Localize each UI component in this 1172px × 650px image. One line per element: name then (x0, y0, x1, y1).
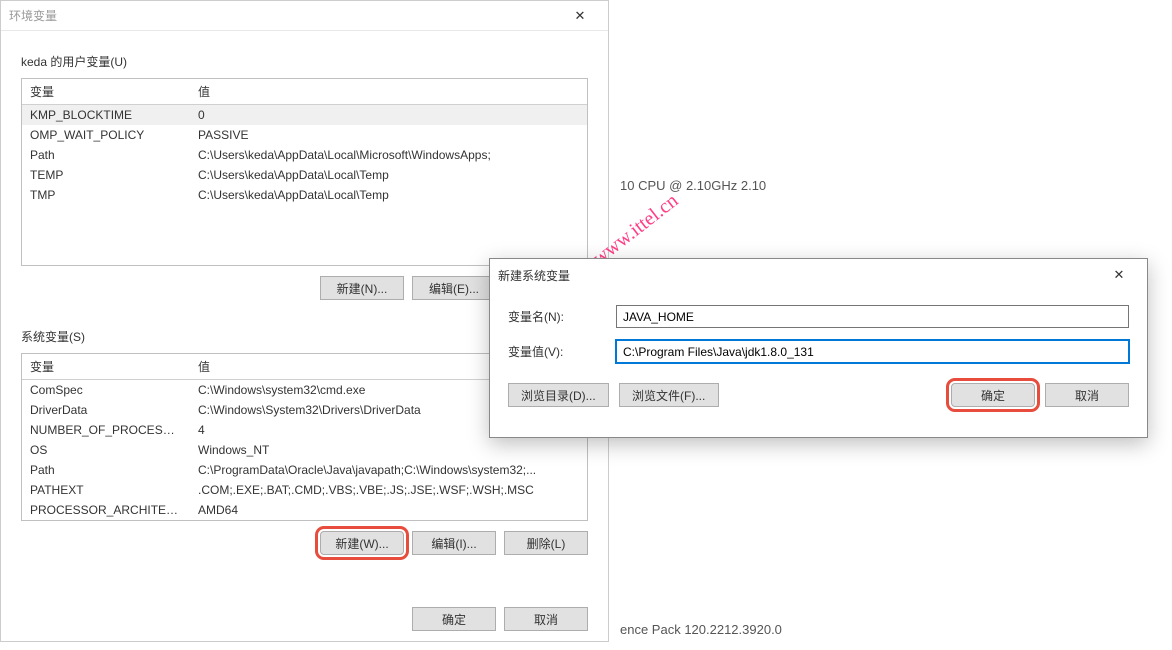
table-row[interactable]: PATHEXT.COM;.EXE;.BAT;.CMD;.VBS;.VBE;.JS… (22, 480, 587, 500)
var-name-cell: OMP_WAIT_POLICY (22, 125, 190, 145)
user-edit-button[interactable]: 编辑(E)... (412, 276, 496, 300)
var-name-cell: PATHEXT (22, 480, 190, 500)
system-info-pack: ence Pack 120.2212.3920.0 (620, 622, 782, 637)
sys-buttons-row: 新建(W)... 编辑(I)... 删除(L) (21, 531, 588, 555)
var-name-cell: ComSpec (22, 380, 190, 401)
new-system-variable-dialog: 新建系统变量 ✕ 变量名(N): 变量值(V): 浏览目录(D)... 浏览文件… (489, 258, 1148, 438)
var-value-cell: Windows_NT (190, 440, 587, 460)
table-row[interactable]: PathC:\Users\keda\AppData\Local\Microsof… (22, 145, 587, 165)
col-value: 值 (190, 79, 587, 105)
var-value-cell: C:\Users\keda\AppData\Local\Temp (190, 165, 587, 185)
var-value-cell: C:\Users\keda\AppData\Local\Microsoft\Wi… (190, 145, 587, 165)
newvar-title: 新建系统变量 (498, 267, 1099, 284)
sys-edit-button[interactable]: 编辑(I)... (412, 531, 496, 555)
sys-delete-button[interactable]: 删除(L) (504, 531, 588, 555)
col-name: 变量 (22, 354, 190, 380)
var-name-cell: KMP_BLOCKTIME (22, 105, 190, 126)
env-cancel-button[interactable]: 取消 (504, 607, 588, 631)
var-name-input[interactable] (616, 305, 1129, 328)
table-row[interactable]: TEMPC:\Users\keda\AppData\Local\Temp (22, 165, 587, 185)
newvar-ok-button[interactable]: 确定 (951, 383, 1035, 407)
user-vars-label: keda 的用户变量(U) (21, 53, 608, 70)
var-name-cell: Path (22, 145, 190, 165)
newvar-titlebar: 新建系统变量 ✕ (490, 259, 1147, 291)
var-value-cell: C:\Users\keda\AppData\Local\Temp (190, 185, 587, 205)
env-ok-button[interactable]: 确定 (412, 607, 496, 631)
var-name-cell: PROCESSOR_ARCHITECT... (22, 500, 190, 520)
table-row[interactable]: KMP_BLOCKTIME0 (22, 105, 587, 126)
close-icon[interactable]: ✕ (560, 8, 600, 24)
table-row[interactable]: TMPC:\Users\keda\AppData\Local\Temp (22, 185, 587, 205)
table-row[interactable]: OSWindows_NT (22, 440, 587, 460)
browse-file-button[interactable]: 浏览文件(F)... (619, 383, 719, 407)
env-titlebar: 环境变量 ✕ (1, 1, 608, 31)
user-vars-table[interactable]: 变量 值 KMP_BLOCKTIME0OMP_WAIT_POLICYPASSIV… (21, 78, 588, 266)
close-icon[interactable]: ✕ (1099, 267, 1139, 283)
table-row[interactable]: OMP_WAIT_POLICYPASSIVE (22, 125, 587, 145)
var-name-cell: NUMBER_OF_PROCESSORS (22, 420, 190, 440)
var-value-label: 变量值(V): (508, 343, 616, 360)
sys-new-button[interactable]: 新建(W)... (320, 531, 404, 555)
var-name-cell: Path (22, 460, 190, 480)
system-info-cpu: 10 CPU @ 2.10GHz 2.10 (620, 178, 766, 193)
var-value-cell: PASSIVE (190, 125, 587, 145)
env-title: 环境变量 (9, 7, 560, 24)
browse-dir-button[interactable]: 浏览目录(D)... (508, 383, 609, 407)
var-value-cell: 0 (190, 105, 587, 126)
newvar-cancel-button[interactable]: 取消 (1045, 383, 1129, 407)
col-name: 变量 (22, 79, 190, 105)
var-name-label: 变量名(N): (508, 308, 616, 325)
var-name-cell: OS (22, 440, 190, 460)
var-name-cell: DriverData (22, 400, 190, 420)
var-value-input[interactable] (616, 340, 1129, 363)
env-footer: 确定 取消 (412, 607, 588, 631)
table-row[interactable]: PROCESSOR_ARCHITECT...AMD64 (22, 500, 587, 520)
var-value-cell: .COM;.EXE;.BAT;.CMD;.VBS;.VBE;.JS;.JSE;.… (190, 480, 587, 500)
user-new-button[interactable]: 新建(N)... (320, 276, 404, 300)
var-name-cell: TEMP (22, 165, 190, 185)
var-value-cell: C:\ProgramData\Oracle\Java\javapath;C:\W… (190, 460, 587, 480)
var-value-cell: AMD64 (190, 500, 587, 520)
table-row[interactable]: PathC:\ProgramData\Oracle\Java\javapath;… (22, 460, 587, 480)
var-name-cell: TMP (22, 185, 190, 205)
